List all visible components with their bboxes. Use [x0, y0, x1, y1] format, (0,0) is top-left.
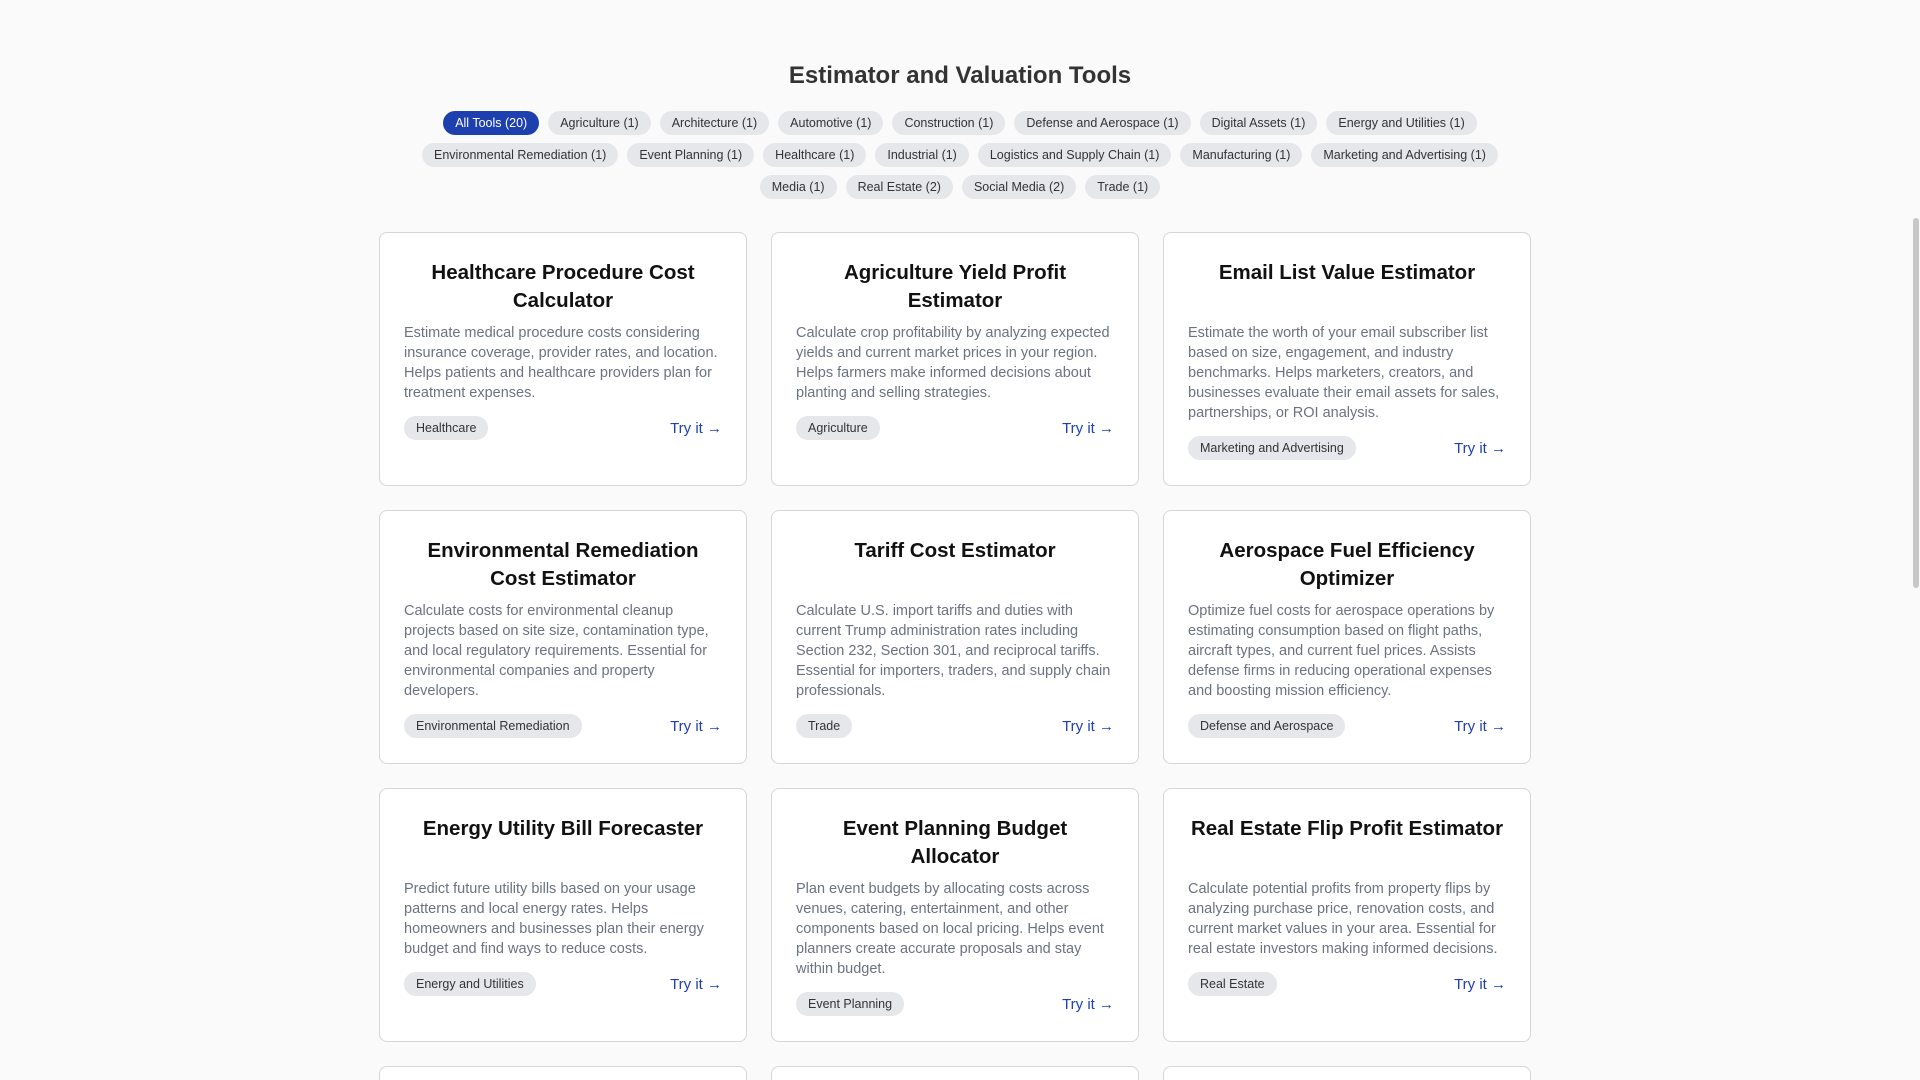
tool-card-description: Calculate crop profitability by analyzin…: [796, 325, 1110, 401]
tool-card-description: Predict future utility bills based on yo…: [404, 881, 704, 957]
scrollbar-thumb[interactable]: [1913, 218, 1919, 588]
filter-chip[interactable]: Environmental Remediation (1): [422, 143, 619, 167]
tool-card-description: Calculate potential profits from propert…: [1188, 881, 1498, 957]
tool-card-title: Agriculture Yield Profit Estimator: [843, 261, 1067, 312]
tool-card-description: Optimize fuel costs for aerospace operat…: [1188, 603, 1495, 699]
try-it-link[interactable]: Try it →: [1454, 440, 1506, 457]
tool-card-description: Estimate medical procedure costs conside…: [404, 325, 718, 401]
filter-chip[interactable]: Event Planning (1): [627, 143, 755, 167]
tool-card-footer: Healthcare Try it →: [404, 416, 722, 440]
tool-card-title: Environmental Remediation Cost Estimator: [427, 539, 699, 590]
category-tag: Environmental Remediation: [404, 714, 582, 738]
category-tag: Real Estate: [1188, 972, 1277, 996]
category-tag: Marketing and Advertising: [1188, 436, 1356, 460]
card-partial[interactable]: [1163, 1066, 1531, 1080]
scrollbar[interactable]: [1912, 0, 1920, 1080]
card-partial[interactable]: [379, 1066, 747, 1080]
try-it-link[interactable]: Try it →: [1454, 718, 1506, 735]
tool-card-footer: Energy and Utilities Try it →: [404, 972, 722, 996]
tool-card[interactable]: Email List Value Estimator Estimate the w…: [1163, 232, 1531, 486]
tool-card-description: Calculate costs for environmental cleanu…: [404, 603, 709, 699]
try-it-link[interactable]: Try it →: [1062, 718, 1114, 735]
card-partial[interactable]: [771, 1066, 1139, 1080]
filter-chip[interactable]: Real Estate (2): [845, 175, 953, 199]
try-it-link[interactable]: Try it →: [1454, 976, 1506, 993]
tool-card-footer: Defense and Aerospace Try it →: [1188, 714, 1506, 738]
tool-card[interactable]: Event Planning Budget Allocator Plan even…: [771, 788, 1139, 1042]
try-it-link[interactable]: Try it →: [670, 718, 722, 735]
filter-chip[interactable]: Logistics and Supply Chain (1): [977, 143, 1172, 167]
tool-card[interactable]: Energy Utility Bill Forecaster Predict fu…: [379, 788, 747, 1042]
try-it-link[interactable]: Try it →: [1062, 420, 1114, 437]
try-it-link[interactable]: Try it →: [1062, 996, 1114, 1013]
filter-chip[interactable]: Social Media (2): [961, 175, 1077, 199]
tool-card-footer: Event Planning Try it →: [796, 992, 1114, 1016]
tool-card[interactable]: Environmental Remediation Cost Estimator…: [379, 510, 747, 764]
tool-card[interactable]: Healthcare Procedure Cost Calculator Esti…: [379, 232, 747, 486]
tool-card[interactable]: Aerospace Fuel Efficiency Optimizer Optim…: [1163, 510, 1531, 764]
category-tag: Defense and Aerospace: [1188, 714, 1346, 738]
tool-card-title: Healthcare Procedure Cost Calculator: [431, 261, 695, 312]
tool-card-footer: Agriculture Try it →: [796, 416, 1114, 440]
tool-card-description: Estimate the worth of your email subscri…: [1188, 325, 1500, 421]
tool-card-description: Plan event budgets by allocating costs a…: [796, 881, 1104, 977]
tool-card-description: Calculate U.S. import tariffs and duties…: [796, 603, 1111, 699]
tool-card-footer: Trade Try it →: [796, 714, 1114, 738]
filter-chip[interactable]: All Tools (20): [443, 111, 540, 135]
filter-chip[interactable]: Marketing and Advertising (1): [1311, 143, 1498, 167]
page-title: Estimator and Valuation Tools: [788, 62, 1132, 89]
filter-chip[interactable]: Defense and Aerospace (1): [1014, 111, 1191, 135]
filter-chip[interactable]: Architecture (1): [659, 111, 770, 135]
tool-card-footer: Real Estate Try it →: [1188, 972, 1506, 996]
filter-chip[interactable]: Healthcare (1): [763, 143, 867, 167]
tool-card[interactable]: Real Estate Flip Profit Estimator Calcula…: [1163, 788, 1531, 1042]
tools-grid: Healthcare Procedure Cost Calculator Esti…: [379, 232, 1531, 1042]
filter-chip[interactable]: Digital Assets (1): [1199, 111, 1318, 135]
filter-chip[interactable]: Agriculture (1): [548, 111, 651, 135]
tool-card-title: Email List Value Estimator: [1218, 261, 1476, 284]
tool-card[interactable]: Tariff Cost Estimator Calculate U.S. impo…: [771, 510, 1139, 764]
page: Estimator and Valuation Tools All Tools …: [0, 0, 1920, 1080]
tool-card-title: Tariff Cost Estimator: [854, 539, 1056, 562]
filter-chip[interactable]: Trade (1): [1085, 175, 1161, 199]
filter-chip[interactable]: Automotive (1): [778, 111, 884, 135]
filter-chip[interactable]: Energy and Utilities (1): [1326, 111, 1477, 135]
category-tag: Energy and Utilities: [404, 972, 536, 996]
filter-chip[interactable]: Media (1): [759, 175, 837, 199]
category-filter-bar: All Tools (20) Agriculture (1) Architectur…: [380, 111, 1540, 199]
tool-card-footer: Marketing and Advertising Try it →: [1188, 436, 1506, 460]
category-tag: Trade: [796, 714, 853, 738]
category-tag: Event Planning: [796, 992, 905, 1016]
try-it-link[interactable]: Try it →: [670, 420, 722, 437]
filter-chip[interactable]: Manufacturing (1): [1180, 143, 1303, 167]
try-it-link[interactable]: Try it →: [670, 976, 722, 993]
filter-chip[interactable]: Industrial (1): [875, 143, 969, 167]
tool-card[interactable]: Agriculture Yield Profit Estimator Calcul…: [771, 232, 1139, 486]
tool-card-title: Energy Utility Bill Forecaster: [422, 817, 704, 840]
category-tag: Agriculture: [796, 416, 880, 440]
category-tag: Healthcare: [404, 416, 489, 440]
tool-card-footer: Environmental Remediation Try it →: [404, 714, 722, 738]
tool-card-title: Event Planning Budget Allocator: [842, 817, 1068, 868]
tool-card-title: Real Estate Flip Profit Estimator: [1190, 817, 1504, 840]
tool-card-title: Aerospace Fuel Efficiency Optimizer: [1219, 539, 1475, 590]
filter-chip[interactable]: Construction (1): [892, 111, 1006, 135]
